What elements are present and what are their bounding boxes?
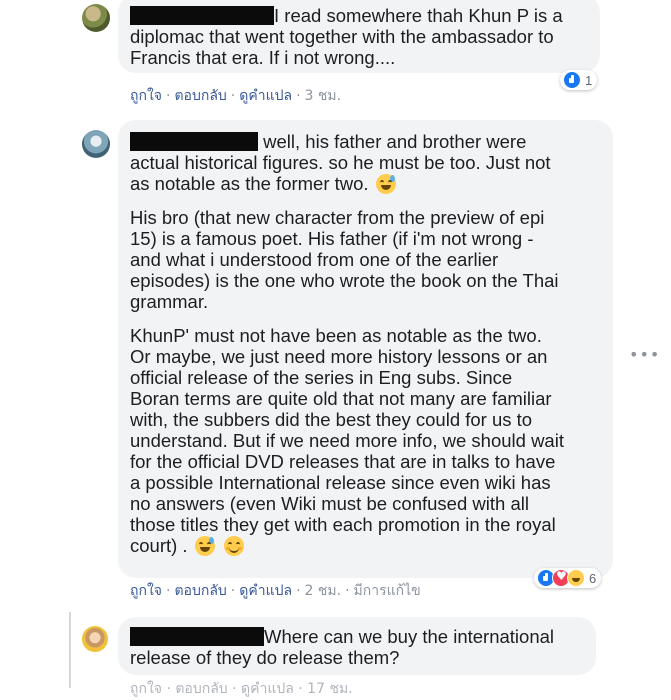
comment-line: grammar. — [130, 291, 209, 312]
comment-line: understand. But if we need more info, we… — [130, 430, 564, 451]
comment-line: court) . — [130, 535, 188, 556]
comment-line: Or maybe, we just need more history less… — [130, 346, 548, 367]
separator: · — [296, 583, 301, 599]
sweat-smile-icon — [375, 174, 396, 194]
separator: · — [166, 88, 171, 104]
like-link[interactable]: ถูกใจ — [130, 88, 162, 104]
redacted-author-name — [130, 627, 264, 646]
comment-bubble: well, his father and brother were actual… — [118, 120, 613, 578]
comment-line: Boran terms are quite old that not many … — [130, 388, 552, 409]
comment-line: no answers (even Wiki must be confused w… — [130, 493, 529, 514]
comment-line: Where can we buy the international — [264, 626, 555, 647]
comment-line: 15) is a famous poet. His father (if i'm… — [130, 228, 534, 249]
separator: · — [230, 583, 236, 599]
edited-label[interactable]: มีการแก้ไข — [354, 583, 421, 599]
comment-actions: ถูกใจ · ตอบกลับ · ดูคำแปล · 17 ชม. — [130, 681, 353, 697]
comment-actions: ถูกใจ · ตอบกลับ · ดูคำแปล · 3 ชม. — [130, 85, 341, 107]
translate-link[interactable]: ดูคำแปล — [239, 583, 292, 599]
comment-line: His bro (that new character from the pre… — [130, 207, 545, 228]
comment-line: Francis that era. If i not wrong.... — [130, 47, 396, 68]
comment-line: KhunP' must not have been as notable as … — [130, 325, 542, 346]
haha-icon — [567, 569, 585, 587]
comment-line: a possible International release since e… — [130, 472, 551, 493]
avatar[interactable] — [82, 130, 110, 158]
translate-link[interactable]: ดูคำแปล — [239, 88, 292, 104]
comment-bubble: I read somewhere thah Khun P is a diplom… — [118, 0, 600, 73]
comment-line: for the official DVD releases that are i… — [130, 451, 556, 472]
comment-line: well, his father and brother were — [263, 131, 527, 152]
avatar[interactable] — [82, 4, 110, 32]
avatar[interactable] — [82, 626, 108, 652]
reaction-summary[interactable]: 1 — [560, 70, 598, 90]
comment-actions: ถูกใจ · ตอบกลับ · ดูคำแปล · 2 ชม. · มีการแก้ไข — [130, 580, 421, 602]
reply-link[interactable]: ตอบกลับ — [174, 583, 226, 599]
comment-line: diplomac that went together with the amb… — [130, 26, 554, 47]
comment-bubble: Where can we buy the international relea… — [118, 617, 596, 675]
reply-link[interactable]: ตอบกลับ — [174, 88, 226, 104]
comment-line: as notable as the former two. — [130, 173, 369, 194]
sweat-smile-icon — [194, 536, 215, 556]
timestamp[interactable]: 3 ชม. — [305, 88, 342, 104]
comment-line: episodes) is the one who wrote the book … — [130, 270, 559, 291]
more-options-icon[interactable]: ••• — [629, 345, 660, 364]
separator: · — [166, 583, 171, 599]
comment-line: I read somewhere thah Khun P is a — [274, 5, 563, 26]
redacted-author-name — [130, 132, 258, 151]
smiling-face-icon — [223, 536, 244, 556]
reaction-count: 6 — [589, 570, 597, 586]
comment-line: with, the subbers did the best they coul… — [130, 409, 533, 430]
redacted-author-name — [130, 6, 274, 25]
separator: · — [345, 583, 350, 599]
like-link[interactable]: ถูกใจ — [130, 583, 162, 599]
like-icon — [563, 71, 581, 89]
separator: · — [230, 88, 236, 104]
separator: · — [296, 88, 301, 104]
comment-line: and what i understood from one of the ea… — [130, 249, 499, 270]
comment-line: release of they do release them? — [130, 647, 400, 668]
reaction-summary[interactable]: 6 — [534, 568, 602, 588]
comment-line: those titles they get with each promotio… — [130, 514, 556, 535]
comment-line: official release of the series in Eng su… — [130, 367, 513, 388]
comment-line: actual historical figures. so he must be… — [130, 152, 551, 173]
reaction-count: 1 — [585, 72, 593, 88]
reply-thread-line — [69, 612, 71, 688]
timestamp[interactable]: 2 ชม. — [305, 583, 342, 599]
